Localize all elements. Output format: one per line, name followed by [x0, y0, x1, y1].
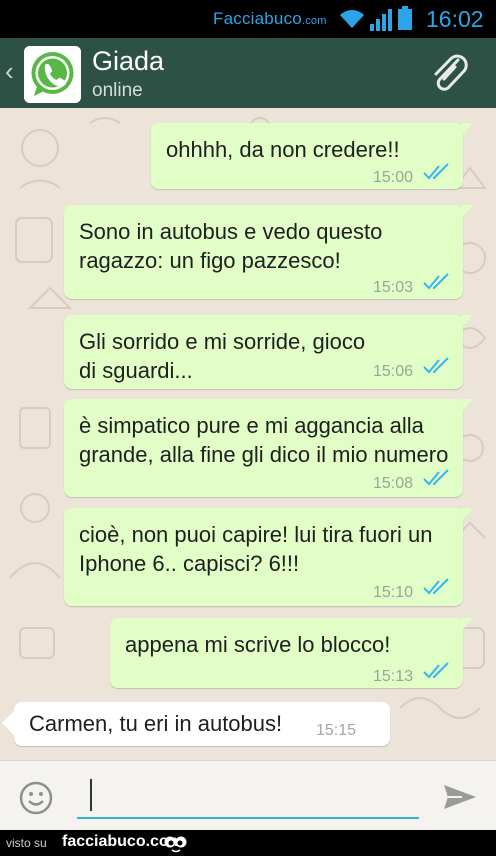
message-time: 15:08 [373, 475, 414, 492]
message-composer [0, 760, 496, 830]
status-time: 16:02 [426, 6, 484, 32]
emoji-icon[interactable] [18, 780, 54, 816]
message-time: 15:06 [373, 363, 414, 380]
double-check-read-icon [423, 357, 449, 374]
double-check-read-icon [423, 163, 449, 180]
chat-area[interactable]: ohhhh, da non credere!! 15:00 Sono in au… [0, 108, 496, 760]
message-text: ohhhh, da non credere!! [166, 137, 400, 162]
message-bubble-outgoing[interactable]: Gli sorrido e mi sorride, gioco di sguar… [64, 315, 473, 389]
footer-visto-label: visto su [6, 836, 47, 850]
double-check-read-icon [423, 273, 449, 290]
message-text: è simpatico pure e mi aggancia alla gran… [79, 413, 449, 467]
message-text: Gli sorrido e mi sorride, gioco di sguar… [79, 329, 366, 383]
message-input[interactable] [77, 775, 419, 819]
signal-icon [370, 9, 392, 31]
double-check-read-icon [423, 469, 449, 486]
chat-header: ‹ Giada online [0, 38, 496, 108]
message-bubble-outgoing[interactable]: Sono in autobus e vedo questo ragazzo: u… [64, 205, 473, 299]
message-bubble-outgoing[interactable]: cioè, non puoi capire! lui tira fuori un… [64, 508, 473, 606]
message-text: Sono in autobus e vedo questo ragazzo: u… [79, 219, 383, 273]
status-brand: Facciabuco.com [213, 9, 327, 28]
facciabuco-eyes-icon [164, 836, 187, 853]
message-bubble-incoming[interactable]: Carmen, tu eri in autobus! 15:15 [2, 702, 390, 746]
back-chevron-icon[interactable]: ‹ [5, 58, 14, 84]
contact-name[interactable]: Giada [92, 46, 164, 77]
whatsapp-avatar-icon [24, 46, 81, 103]
message-time: 15:10 [373, 584, 414, 601]
message-bubble-outgoing[interactable]: è simpatico pure e mi aggancia alla gran… [64, 399, 473, 497]
double-check-read-icon [423, 662, 449, 679]
message-time: 15:00 [373, 169, 414, 186]
wifi-icon [340, 10, 364, 28]
send-icon[interactable] [442, 783, 478, 811]
battery-icon [398, 6, 412, 30]
avatar[interactable] [24, 46, 81, 103]
paperclip-icon[interactable] [428, 52, 474, 98]
message-bubble-outgoing[interactable]: appena mi scrive lo blocco! 15:13 [110, 618, 473, 688]
message-time: 15:13 [373, 668, 414, 685]
message-time: 15:15 [316, 722, 357, 739]
status-bar: Facciabuco.com 16:02 [0, 0, 496, 38]
contact-status: online [92, 80, 143, 101]
watermark-footer: visto su facciabuco.com [0, 830, 496, 856]
message-text: appena mi scrive lo blocco! [125, 632, 391, 657]
message-time: 15:03 [373, 279, 414, 296]
double-check-read-icon [423, 578, 449, 595]
text-cursor [90, 779, 92, 811]
message-bubble-outgoing[interactable]: ohhhh, da non credere!! 15:00 [151, 123, 473, 189]
message-text: cioè, non puoi capire! lui tira fuori un… [79, 522, 433, 576]
